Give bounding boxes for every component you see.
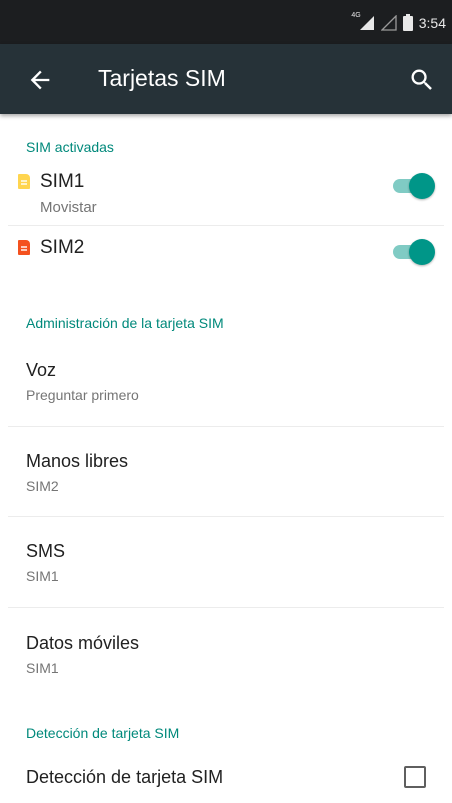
list-item-subtitle: SIM1 bbox=[26, 660, 59, 676]
sim2-row[interactable]: SIM2 bbox=[0, 228, 452, 278]
sim1-row[interactable]: SIM1 Movistar bbox=[0, 162, 452, 222]
list-item-title: Datos móviles bbox=[26, 633, 140, 653]
sim1-name: SIM1 bbox=[40, 171, 85, 192]
divider bbox=[8, 426, 444, 427]
arrow-left-icon bbox=[30, 70, 50, 90]
network-type-label: 4G bbox=[351, 12, 361, 19]
divider bbox=[8, 607, 444, 608]
status-time: 3:54 bbox=[418, 14, 446, 31]
app-bar: Tarjetas SIM bbox=[0, 44, 452, 114]
section-header-management: Administración de la tarjeta SIM bbox=[26, 315, 224, 331]
list-item-subtitle: Preguntar primero bbox=[26, 387, 139, 403]
sim-detection-label: Detección de tarjeta SIM bbox=[26, 767, 224, 787]
section-header-detection: Detección de tarjeta SIM bbox=[26, 725, 180, 741]
list-item-sms[interactable]: SMS SIM1 bbox=[0, 531, 452, 605]
list-item-title: Voz bbox=[26, 360, 57, 380]
list-item-title: Manos libres bbox=[26, 451, 129, 471]
back-button[interactable] bbox=[26, 66, 54, 94]
list-item-handsfree[interactable]: Manos libres SIM2 bbox=[0, 441, 452, 515]
divider bbox=[8, 225, 444, 226]
sim-detection-checkbox[interactable] bbox=[404, 766, 426, 788]
page-title: Tarjetas SIM bbox=[98, 65, 226, 91]
list-item-title: SMS bbox=[26, 541, 66, 561]
list-item-subtitle: SIM2 bbox=[26, 478, 59, 494]
list-item-subtitle: SIM1 bbox=[26, 568, 59, 584]
sim-card-icon bbox=[18, 240, 30, 255]
search-icon bbox=[411, 69, 432, 90]
divider bbox=[8, 516, 444, 517]
sim1-carrier: Movistar bbox=[40, 199, 97, 216]
status-icons: 4G 3:54 bbox=[351, 12, 446, 31]
status-bar: 4G 3:54 bbox=[0, 0, 452, 44]
sim1-toggle[interactable] bbox=[391, 173, 435, 199]
search-button[interactable] bbox=[408, 66, 436, 94]
section-header-activated: SIM activadas bbox=[26, 139, 114, 155]
list-item-voice[interactable]: Voz Preguntar primero bbox=[0, 350, 452, 424]
signal-icon bbox=[359, 15, 374, 30]
sim-card-icon bbox=[18, 174, 30, 189]
list-item-mobile-data[interactable]: Datos móviles SIM1 bbox=[0, 623, 452, 697]
sim-detection-row[interactable]: Detección de tarjeta SIM bbox=[0, 757, 452, 801]
battery-icon bbox=[402, 14, 413, 31]
sim2-toggle[interactable] bbox=[391, 239, 435, 265]
signal-empty-icon bbox=[380, 14, 397, 31]
sim2-name: SIM2 bbox=[40, 237, 85, 258]
